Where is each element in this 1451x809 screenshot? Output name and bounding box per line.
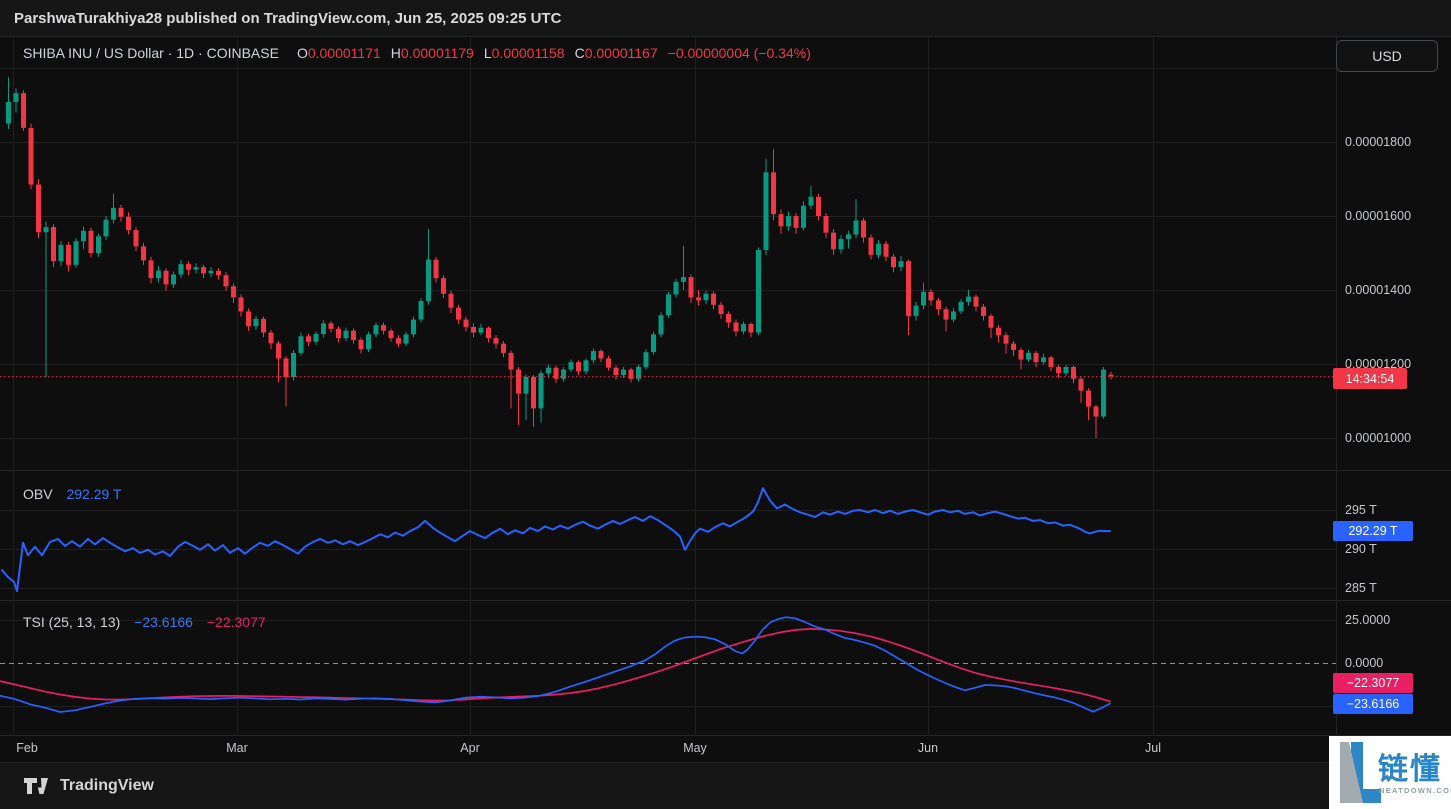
tsi-label: TSI (25, 13, 13)	[23, 614, 121, 630]
obv-panel-separator[interactable]	[0, 470, 1451, 471]
footer-bar: TradingView	[0, 762, 1451, 809]
tsi-signal-value: −22.3077	[206, 614, 266, 630]
price-axis-separator	[1336, 37, 1337, 762]
open-value: 0.00001171	[307, 45, 381, 61]
chart-plot-area[interactable]	[0, 37, 1336, 762]
low-value: 0.00001158	[491, 45, 565, 61]
obv-last-value-badge: 292.29 T	[1333, 521, 1413, 541]
change-value: −0.00000004 (−0.34%)	[667, 45, 811, 61]
obv-axis-label: 290 T	[1345, 542, 1377, 556]
tsi-axis-label: 25.0000	[1345, 613, 1391, 627]
tsi-last-value: −23.6166	[1346, 697, 1400, 711]
watermark-cjk-text: 链懂	[1378, 753, 1442, 786]
tsi-signal-last-value: −22.3077	[1346, 676, 1400, 690]
candlesticks	[6, 77, 1114, 438]
watermark-domain-text: NEATDOWN.COM	[1379, 786, 1451, 795]
high-value: 0.00001179	[400, 45, 474, 61]
tsi-signal-badge: −22.3077	[1333, 673, 1413, 693]
currency-usd-label: USD	[1372, 48, 1402, 64]
obv-label: OBV	[23, 486, 53, 502]
symbol-legend[interactable]: SHIBA INU / US Dollar · 1D · COINBASE O0.…	[23, 45, 811, 61]
open-label: O	[296, 45, 308, 61]
time-axis-separator	[0, 735, 1451, 736]
tsi-axis-label: 0.0000	[1345, 656, 1384, 670]
price-axis-label: 0.00001000	[1345, 431, 1412, 445]
price-axis-label: 0.00001800	[1345, 135, 1412, 149]
obv-value: 292.29 T	[66, 486, 122, 502]
price-axis-label: 0.00001400	[1345, 283, 1412, 297]
obv-axis-label: 295 T	[1345, 503, 1377, 517]
close-value: 0.00001167	[584, 45, 658, 61]
top-bar: ParshwaTurakhiya28 published on TradingV…	[0, 0, 1451, 37]
low-label: L	[483, 45, 492, 61]
tsi-last-value-badge: −23.6166	[1333, 694, 1413, 714]
bar-countdown-value: 14:34:54	[1345, 371, 1395, 386]
site-watermark[interactable]: 链懂 NEATDOWN.COM	[1329, 736, 1451, 809]
chart-canvas[interactable]	[0, 37, 1336, 762]
currency-usd-button[interactable]: USD	[1336, 40, 1438, 72]
obv-last-value: 292.29 T	[1348, 524, 1398, 538]
symbol-title: SHIBA INU / US Dollar · 1D · COINBASE	[23, 45, 279, 61]
tradingview-logo-icon[interactable]	[24, 778, 51, 794]
obv-axis-label: 285 T	[1345, 581, 1377, 595]
published-title: ParshwaTurakhiya28 published on TradingV…	[14, 9, 562, 27]
obv-legend[interactable]: OBV 292.29 T	[23, 486, 121, 502]
tsi-legend[interactable]: TSI (25, 13, 13) −23.6166 −22.3077	[23, 614, 266, 630]
tsi-panel-separator[interactable]	[0, 600, 1451, 601]
price-axis-label: 0.00001600	[1345, 209, 1412, 223]
bar-countdown-badge: 14:34:54	[1333, 368, 1407, 389]
close-label: C	[574, 45, 585, 61]
high-label: H	[390, 45, 401, 61]
neatdown-logo-icon	[1337, 741, 1381, 804]
tsi-value: −23.6166	[134, 614, 193, 630]
tradingview-brand[interactable]: TradingView	[60, 777, 154, 795]
